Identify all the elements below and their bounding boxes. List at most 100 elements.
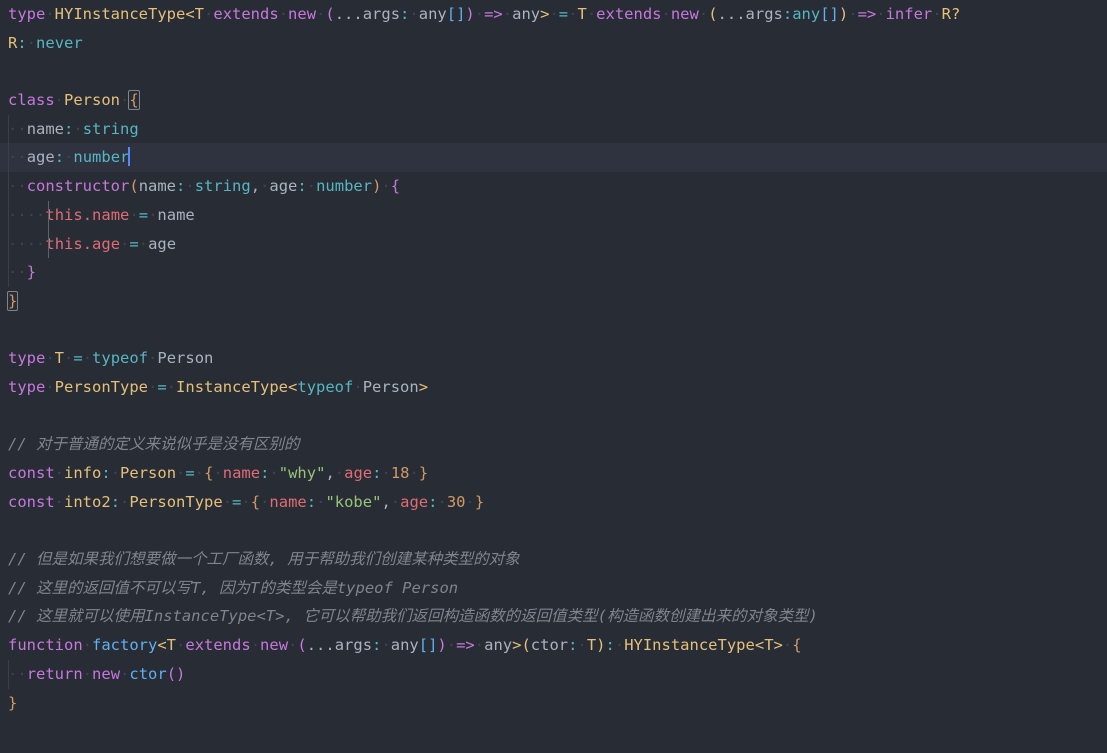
whitespace-dot: · [586,5,597,23]
token-identifier: name [157,205,195,224]
whitespace-dot: · [17,119,27,138]
code-line[interactable]: const·p1·=·factory(Person) [0,746,1107,753]
token-colon: : [101,464,111,482]
code-line-comment[interactable]: // 这里就可以使用InstanceType<T>, 它可以帮助我们返回构造函数… [0,602,1107,631]
token-param: age [269,177,298,196]
code-line[interactable]: ··constructor(name:·string,·age:·number)… [0,172,1107,201]
whitespace-dot: · [82,636,92,655]
token-keyword: new [670,5,699,23]
code-line[interactable]: const·into2:·PersonType·=·{·name:·"kobe"… [0,488,1107,517]
token-property-name: age [26,148,55,167]
whitespace-dot: · [353,377,363,396]
token-type-number: number [73,148,130,167]
code-line[interactable]: R:·never [0,29,1107,58]
token-brace-open-matched: { [128,90,140,111]
code-editor[interactable]: type·HYInstanceType<T·extends·new·(...ar… [0,0,1107,753]
whitespace-dot: · [54,492,65,511]
code-line-blank[interactable] [0,316,1107,345]
code-line-comment[interactable]: // 但是如果我们想要做一个工厂函数, 用于帮助我们创建某种类型的对象 [0,545,1107,574]
code-line[interactable]: ····this.name·=·name [0,200,1107,230]
whitespace-dot: · [932,5,942,23]
token-type-any: any [484,636,513,655]
code-line-comment[interactable]: // 对于普通的定义来说似乎是没有区别的 [0,430,1107,459]
token-bracket: [] [418,636,438,655]
code-line-blank[interactable] [0,516,1107,545]
indent-guide-active [47,229,49,259]
token-brace-open: { [390,177,401,196]
whitespace-dot: · [54,91,65,110]
token-keyword: return [26,664,83,683]
whitespace-dot: · [437,492,447,511]
code-line-blank[interactable] [0,717,1107,746]
code-line-comment[interactable]: // 这里的返回值不可以写T, 因为T的类型会是typeof Person [0,574,1107,603]
token-class-ref: Person [157,349,214,368]
code-line-blank[interactable] [0,57,1107,86]
token-colon: : [110,492,121,511]
code-line[interactable]: const·info:·Person·=·{·name:·"why",·age:… [0,459,1107,488]
token-function-call: ctor [129,664,167,683]
token-type-param: T [577,5,587,23]
token-colon: : [176,177,186,196]
whitespace-dot: · [8,234,18,253]
token-object-key: age [344,464,373,482]
token-arrow: => [857,5,877,23]
token-keyword: extends [185,636,251,655]
code-line[interactable]: function·factory<T·extends·new·(...args:… [0,631,1107,660]
whitespace-dot: · [110,464,121,482]
token-variable-name: into2 [64,492,111,511]
code-line-blank[interactable] [0,402,1107,431]
token-class-ref: Person [362,377,419,396]
token-colon: : [782,5,793,23]
token-type-string: string [82,119,139,138]
whitespace-dot: · [45,377,55,396]
whitespace-dot: · [17,148,27,167]
code-line[interactable]: ··} [0,258,1107,287]
token-object-key: name [269,492,307,511]
whitespace-dot: · [148,205,158,224]
token-property-name: age [92,234,121,253]
whitespace-dot: · [64,148,74,167]
token-equals: = [138,205,149,224]
token-dot: . [82,205,93,224]
token-type-number: number [316,177,373,196]
token-brace-open: { [250,492,261,511]
code-line-active[interactable]: ··age:·number [0,143,1107,173]
indent-guide [8,143,9,173]
whitespace-dot: · [185,177,195,196]
token-paren: ( [325,5,335,23]
whitespace-dot: · [194,464,205,482]
whitespace-dot: · [138,234,149,253]
whitespace-dot: · [176,636,186,655]
code-line[interactable]: type·HYInstanceType<T·extends·new·(...ar… [0,0,1107,29]
whitespace-dot: · [26,234,37,253]
whitespace-dot: · [213,464,223,482]
indent-guide [8,659,9,689]
whitespace-dot: · [120,91,130,110]
whitespace-dot: · [876,5,886,23]
whitespace-dot: · [250,636,261,655]
whitespace-dot: · [148,377,158,396]
code-line[interactable]: class·Person·{ [0,86,1107,115]
code-line[interactable]: type·T·=·typeof·Person [0,344,1107,373]
code-line[interactable]: ····this.age·=·age [0,229,1107,259]
token-equals: = [157,377,167,396]
token-colon: : [54,148,65,167]
code-line[interactable]: ··name:·string [0,114,1107,144]
text-cursor [128,147,131,167]
whitespace-dot: · [446,636,457,655]
token-spread: ... [306,636,335,655]
code-line[interactable]: } [0,689,1107,718]
code-line[interactable]: type·PersonType·=·InstanceType<typeof·Pe… [0,373,1107,402]
code-line[interactable]: } [0,287,1107,316]
token-type-name: T [54,349,65,368]
indent-guide [8,172,9,201]
token-type-any: any [512,5,541,23]
whitespace-dot: · [222,492,233,511]
indent-guide [8,258,9,287]
token-colon: : [400,5,410,23]
whitespace-dot: · [848,5,858,23]
whitespace-dot: · [260,177,270,196]
code-line[interactable]: ··return·new·ctor() [0,659,1107,689]
token-paren: () [166,664,186,683]
whitespace-dot: · [120,664,130,683]
